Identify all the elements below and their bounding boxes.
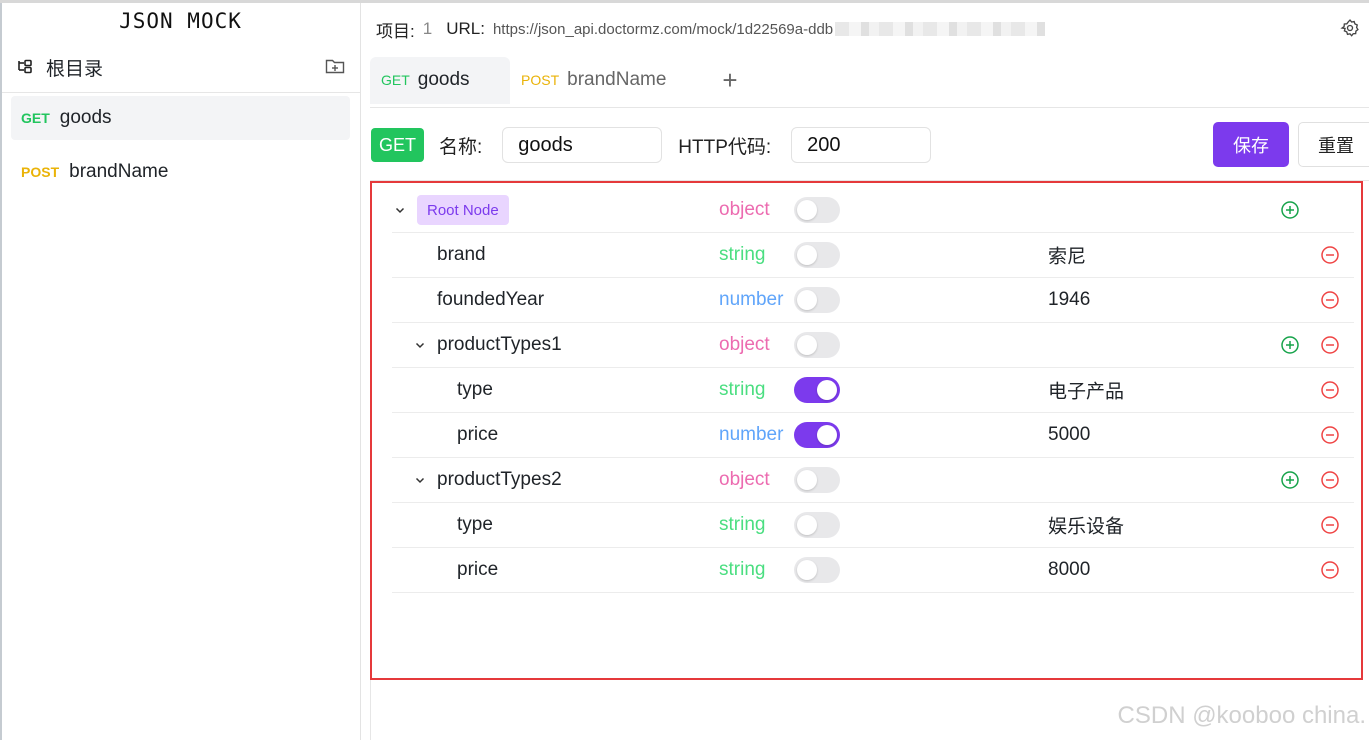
type-label[interactable]: string — [719, 514, 765, 536]
type-label[interactable]: string — [719, 244, 765, 266]
root-directory-label: 根目录 — [46, 58, 104, 80]
tree-row: foundedYear number 1946 — [392, 278, 1354, 323]
watermark: CSDN @kooboo china. — [1117, 702, 1366, 729]
tree-row: brand string 索尼 — [392, 233, 1354, 278]
method-badge: GET — [381, 72, 410, 88]
method-badge: POST — [21, 164, 60, 180]
http-code-label: HTTP代码: — [678, 136, 772, 158]
type-label[interactable]: object — [719, 199, 770, 221]
tree-row: type string 电子产品 — [392, 368, 1354, 413]
key-label[interactable]: type — [457, 379, 493, 401]
value-label[interactable]: 电子产品 — [1048, 377, 1124, 404]
sidebar: JSON MOCK 根目录 GET goods POST brandName — [0, 3, 361, 740]
tree-row: productTypes2 object — [392, 458, 1354, 503]
url-value[interactable]: https://json_api.doctormz.com/mock/1d225… — [493, 21, 833, 38]
key-label[interactable]: brand — [437, 244, 486, 266]
root-directory[interactable]: 根目录 — [16, 53, 346, 81]
toggle-switch[interactable] — [794, 332, 840, 358]
add-tab-button[interactable]: + — [722, 67, 737, 93]
chevron-down-icon[interactable] — [414, 474, 426, 486]
root-node-chip: Root Node — [417, 195, 509, 225]
value-label[interactable]: 8000 — [1048, 559, 1090, 581]
minus-circle-icon[interactable] — [1320, 335, 1340, 355]
http-code-input[interactable] — [791, 127, 932, 163]
endpoint-form: GET 名称: HTTP代码: 保存 重置 — [371, 121, 1369, 169]
plus-circle-icon[interactable] — [1280, 335, 1300, 355]
toggle-switch[interactable] — [794, 557, 840, 583]
toggle-switch[interactable] — [794, 512, 840, 538]
plus-circle-icon[interactable] — [1280, 200, 1300, 220]
tree-row: type string 娱乐设备 — [392, 503, 1354, 548]
tab-label: goods — [417, 69, 470, 90]
sidebar-item-brandname[interactable]: POST brandName — [11, 150, 350, 194]
minus-circle-icon[interactable] — [1320, 290, 1340, 310]
chevron-down-icon[interactable] — [394, 204, 406, 216]
plus-circle-icon[interactable] — [1280, 470, 1300, 490]
save-button[interactable]: 保存 — [1213, 122, 1289, 167]
name-label: 名称: — [439, 136, 483, 158]
minus-circle-icon[interactable] — [1320, 515, 1340, 535]
redacted-url — [835, 22, 1046, 36]
method-select[interactable]: GET — [371, 128, 424, 162]
type-label[interactable]: number — [719, 289, 783, 311]
json-tree: Root Node object brand string 索尼 founded… — [392, 188, 1354, 593]
tab-divider — [370, 107, 1369, 108]
toggle-switch[interactable] — [794, 377, 840, 403]
key-label[interactable]: price — [457, 559, 498, 581]
tree-row-root: Root Node object — [392, 188, 1354, 233]
method-badge: GET — [21, 110, 50, 126]
toggle-switch[interactable] — [794, 287, 840, 313]
reset-button[interactable]: 重置 — [1298, 122, 1369, 167]
minus-circle-icon[interactable] — [1320, 560, 1340, 580]
project-value: 1 — [422, 19, 433, 38]
project-label: 项目: — [376, 21, 415, 41]
value-label[interactable]: 5000 — [1048, 424, 1090, 446]
tree-structure-icon — [18, 59, 32, 74]
tab-bar: GET goods POST brandName + — [370, 56, 738, 104]
tab-brandname[interactable]: POST brandName — [510, 57, 678, 104]
type-label[interactable]: object — [719, 469, 770, 491]
key-label[interactable]: productTypes1 — [437, 334, 562, 356]
tab-label: brandName — [567, 69, 667, 90]
value-label[interactable]: 1946 — [1048, 289, 1090, 311]
minus-circle-icon[interactable] — [1320, 425, 1340, 445]
name-input[interactable] — [502, 127, 663, 163]
url-bar: 项目: 1 URL: https://json_api.doctormz.com… — [376, 17, 1046, 41]
tree-row: price number 5000 — [392, 413, 1354, 458]
type-label[interactable]: number — [719, 424, 783, 446]
tree-row: price string 8000 — [392, 548, 1354, 593]
folder-add-icon[interactable] — [324, 55, 346, 77]
chevron-down-icon[interactable] — [414, 339, 426, 351]
sidebar-edge — [0, 3, 2, 740]
tab-goods[interactable]: GET goods — [370, 56, 510, 104]
app-title: JSON MOCK — [119, 9, 242, 33]
minus-circle-icon[interactable] — [1320, 245, 1340, 265]
key-label[interactable]: foundedYear — [437, 289, 544, 311]
type-label[interactable]: string — [719, 559, 765, 581]
key-label[interactable]: productTypes2 — [437, 469, 562, 491]
gear-icon[interactable] — [1340, 18, 1360, 38]
toggle-switch[interactable] — [794, 422, 840, 448]
sidebar-item-goods[interactable]: GET goods — [11, 96, 350, 140]
sidebar-item-label: goods — [59, 107, 112, 128]
toggle-switch[interactable] — [794, 197, 840, 223]
toggle-switch[interactable] — [794, 467, 840, 493]
minus-circle-icon[interactable] — [1320, 470, 1340, 490]
tree-row: productTypes1 object — [392, 323, 1354, 368]
value-label[interactable]: 娱乐设备 — [1048, 512, 1124, 539]
sidebar-divider — [2, 92, 360, 93]
sidebar-item-label: brandName — [69, 161, 169, 182]
url-label: URL: — [446, 19, 485, 38]
key-label[interactable]: type — [457, 514, 493, 536]
method-badge: POST — [521, 72, 560, 88]
type-label[interactable]: object — [719, 334, 770, 356]
toggle-switch[interactable] — [794, 242, 840, 268]
type-label[interactable]: string — [719, 379, 765, 401]
key-label[interactable]: price — [457, 424, 498, 446]
minus-circle-icon[interactable] — [1320, 380, 1340, 400]
value-label[interactable]: 索尼 — [1048, 242, 1086, 269]
